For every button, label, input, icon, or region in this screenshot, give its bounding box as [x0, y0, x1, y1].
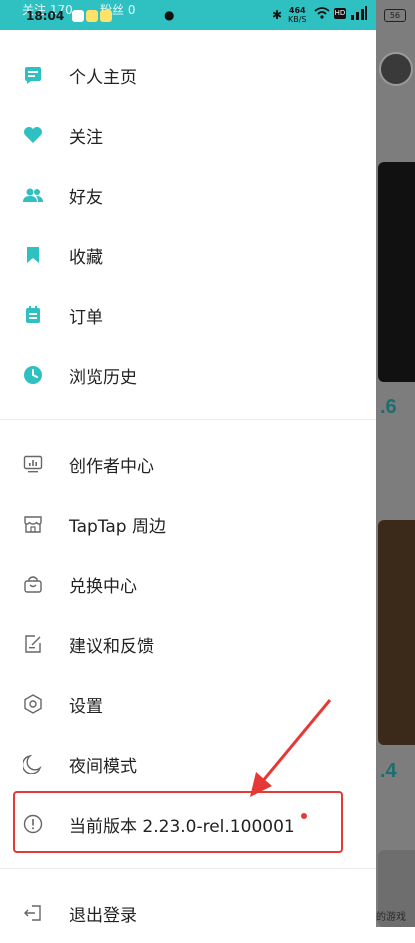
menu-item-label: 夜间模式 — [69, 756, 137, 777]
store-icon — [22, 513, 44, 535]
menu-item-night-mode[interactable]: 夜间模式 — [0, 734, 376, 794]
menu-item-label: 退出登录 — [69, 905, 137, 926]
menu-item-label: 订单 — [69, 307, 103, 328]
background-game-cover — [378, 520, 415, 745]
divider — [0, 868, 376, 869]
feedback-edit-icon — [22, 633, 44, 655]
battery-icon: 56 — [384, 9, 406, 22]
app-notification-icon — [72, 8, 114, 22]
wifi-icon — [314, 6, 330, 23]
menu-item-creator-center[interactable]: 创作者中心 — [0, 434, 376, 494]
signal-icon — [350, 6, 368, 23]
clock: 18:04 — [26, 9, 65, 23]
bluetooth-icon: ✱ — [272, 8, 283, 22]
order-icon — [22, 304, 44, 326]
menu-item-label: 设置 — [69, 696, 103, 717]
menu-item-orders[interactable]: 订单 — [0, 285, 376, 345]
redeem-bag-icon — [22, 573, 44, 595]
background-rating: .4 — [380, 760, 397, 782]
logout-icon — [22, 902, 44, 924]
menu-item-label: TapTap 周边 — [69, 516, 166, 537]
moon-icon — [22, 753, 44, 775]
heart-icon — [22, 124, 44, 146]
background-tab-label: 的游戏 — [376, 912, 406, 923]
menu-item-logout[interactable]: 退出登录 — [0, 883, 376, 943]
menu-item-follow[interactable]: 关注 — [0, 105, 376, 165]
menu-item-history[interactable]: 浏览历史 — [0, 345, 376, 405]
network-speed: 464 KB/S — [288, 6, 307, 24]
menu-item-friends[interactable]: 好友 — [0, 165, 376, 225]
menu-item-label: 收藏 — [69, 247, 103, 268]
menu-item-redeem-center[interactable]: 兑换中心 — [0, 554, 376, 614]
menu-item-favorites[interactable]: 收藏 — [0, 225, 376, 285]
creator-chart-icon — [22, 453, 44, 475]
menu-item-label: 创作者中心 — [69, 456, 154, 477]
avatar[interactable] — [379, 52, 413, 86]
status-bar: 关注 170 粉丝 0 18:04 ● ✱ 464 KB/S HD — [0, 0, 376, 30]
menu-item-settings[interactable]: 设置 — [0, 674, 376, 734]
menu-item-label: 关注 — [69, 127, 103, 148]
bookmark-icon — [22, 244, 44, 266]
menu-item-label: 浏览历史 — [69, 367, 137, 388]
profile-card-icon — [22, 64, 44, 86]
dot-icon: ● — [164, 8, 175, 22]
menu-item-profile[interactable]: 个人主页 — [0, 45, 376, 105]
hd-icon: HD — [334, 8, 346, 19]
menu-item-label: 建议和反馈 — [69, 636, 154, 657]
clock-icon — [22, 364, 44, 386]
menu-item-feedback[interactable]: 建议和反馈 — [0, 614, 376, 674]
menu-item-label: 兑换中心 — [69, 576, 137, 597]
friends-icon — [22, 184, 44, 206]
background-banner — [378, 162, 415, 382]
settings-hex-icon — [22, 693, 44, 715]
menu-item-label: 个人主页 — [69, 67, 137, 88]
annotation-highlight-box — [13, 791, 343, 853]
divider — [0, 419, 376, 420]
background-app-overlay[interactable]: .6 .4 的游戏 — [376, 0, 415, 927]
menu-item-label: 好友 — [69, 187, 103, 208]
menu-item-taptap-merch[interactable]: TapTap 周边 — [0, 494, 376, 554]
background-rating: .6 — [380, 396, 397, 418]
